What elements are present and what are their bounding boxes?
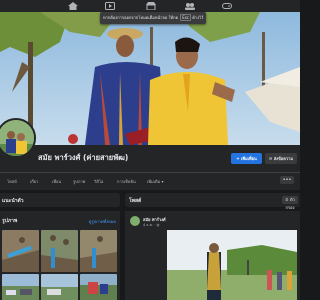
- top-nav-bar: [0, 0, 300, 12]
- message-label: ส่งข้อความ: [273, 156, 294, 161]
- profile-tabs: โพสต์ เกี่ยว เพื่อน รูปภาพ วิดีโอ การเช็…: [0, 172, 300, 190]
- add-friend-icon: +: [236, 156, 240, 161]
- photos-card: รูปภาพ ดูรูปภาพทั้งหมด: [0, 211, 120, 300]
- tab-posts[interactable]: โพสต์: [7, 178, 17, 185]
- tab-friends[interactable]: เพื่อน: [52, 178, 61, 185]
- intro-card: แนะนำตัว: [0, 193, 120, 207]
- gaming-icon[interactable]: [222, 2, 232, 10]
- fullscreen-tooltip: หากต้องการออกจากโหมดเต็มหน้าจอ ให้กด Esc …: [100, 12, 207, 24]
- photos-title: รูปภาพ: [2, 218, 18, 224]
- photo-thumbnail[interactable]: [2, 230, 39, 272]
- see-all-photos-link[interactable]: ดูรูปภาพทั้งหมด: [89, 218, 116, 225]
- tab-photos[interactable]: รูปภาพ: [73, 178, 85, 185]
- tab-more-label: เพิ่มเติม: [147, 179, 161, 184]
- cover-photo[interactable]: [0, 12, 300, 145]
- photo-thumbnail[interactable]: [41, 274, 78, 300]
- tab-more[interactable]: เพิ่มเติม ▾: [147, 178, 164, 185]
- photo-thumbnail[interactable]: [2, 274, 39, 300]
- tab-videos[interactable]: วิดีโอ: [94, 178, 103, 185]
- intro-title: แนะนำตัว: [2, 198, 24, 204]
- posts-title: โพสต์: [129, 198, 142, 204]
- esc-key-hint: Esc: [180, 14, 191, 21]
- message-button[interactable]: ✉ ส่งข้อความ: [265, 153, 297, 164]
- post-card: สมัย พาร์วงศ์ 4 ธ.ค. · ◍: [125, 211, 300, 300]
- photo-thumbnail[interactable]: [80, 230, 117, 272]
- post-image[interactable]: [167, 230, 297, 300]
- globe-icon: ◍: [156, 223, 160, 227]
- video-icon[interactable]: [105, 2, 115, 10]
- chevron-down-icon: ▾: [161, 179, 164, 184]
- tooltip-suffix: ค้างไว้: [192, 15, 204, 20]
- add-friend-button[interactable]: + เพิ่มเพื่อน: [231, 153, 262, 164]
- more-options-button[interactable]: •••: [280, 176, 294, 184]
- messenger-icon: ✉: [268, 156, 273, 161]
- photo-thumbnail[interactable]: [80, 274, 117, 300]
- tooltip-text: หากต้องการออกจากโหมดเต็มหน้าจอ ให้กด: [103, 15, 179, 20]
- post-author-avatar[interactable]: [130, 216, 140, 226]
- filter-button[interactable]: ⚟ ตัวกรอง: [282, 196, 298, 210]
- tab-about[interactable]: เกี่ยว: [30, 178, 38, 185]
- home-icon[interactable]: [68, 2, 78, 10]
- groups-icon[interactable]: [185, 2, 195, 10]
- posts-header-card: โพสต์ ⚟ ตัวกรอง: [125, 193, 300, 210]
- add-friend-label: เพิ่มเพื่อน: [240, 156, 257, 161]
- marketplace-icon[interactable]: [146, 2, 156, 10]
- profile-name: สมัย พาร์วงศ์ (ค่ายสายพัฒ): [38, 153, 129, 162]
- tab-checkins[interactable]: การเช็คอิน: [117, 178, 136, 185]
- post-time-text: 4 ธ.ค.: [143, 223, 154, 227]
- post-timestamp[interactable]: 4 ธ.ค. · ◍: [143, 222, 159, 228]
- filter-icon: ⚟: [285, 197, 289, 202]
- photo-thumbnail[interactable]: [41, 230, 78, 272]
